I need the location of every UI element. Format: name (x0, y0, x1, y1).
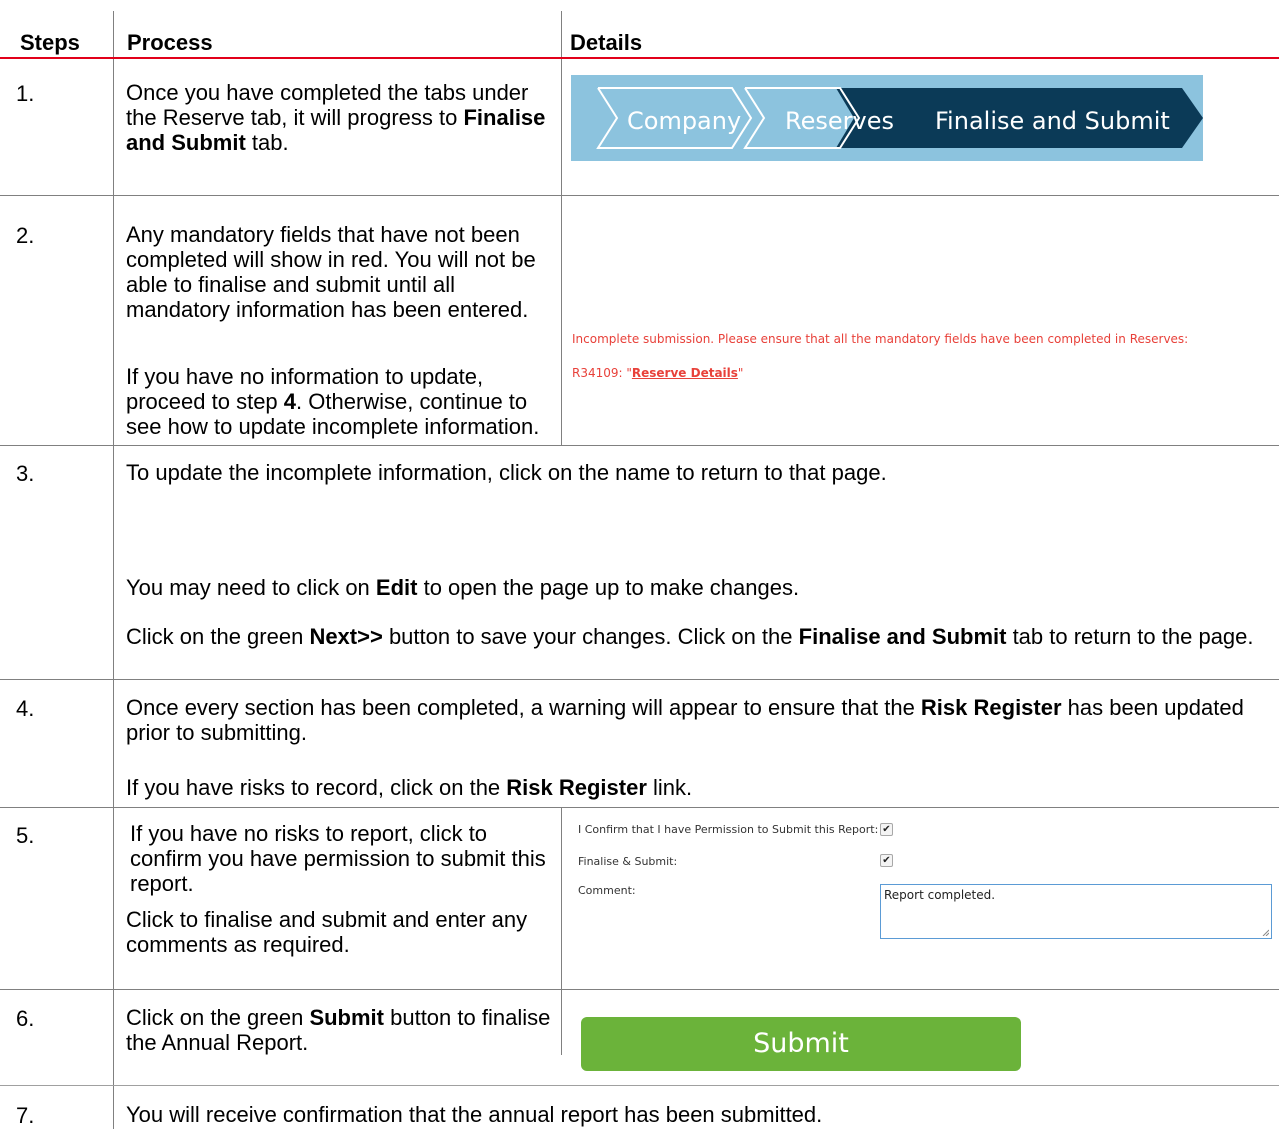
row-divider-4 (0, 807, 1279, 808)
error-code: R34109: " (572, 366, 632, 380)
error-field-reference: R34109: "Reserve Details" (572, 366, 743, 380)
comment-text: Report completed. (884, 888, 996, 902)
error-message: Incomplete submission. Please ensure tha… (572, 332, 1189, 346)
finalise-submit-checkbox[interactable]: ✔ (880, 854, 893, 867)
step-number: 5. (16, 823, 35, 848)
breadcrumb: Company Reserves Finalise and Submit (571, 75, 1203, 161)
resize-handle-icon[interactable] (1262, 929, 1269, 936)
header-steps: Steps (20, 30, 80, 55)
row-divider-5 (0, 989, 1279, 990)
step-1-process: Once you have completed the tabs under t… (126, 80, 546, 155)
step-5-para1: If you have no risks to report, click to… (130, 821, 546, 896)
confirm-permission-checkbox[interactable]: ✔ (880, 823, 893, 836)
breadcrumb-company[interactable]: Company (627, 107, 741, 135)
finalise-submit-label: Finalise & Submit: (578, 855, 678, 868)
step-number: 7. (16, 1103, 35, 1128)
step-2-para2: If you have no information to update, pr… (126, 364, 540, 439)
step-5-para2: Click to finalise and submit and enter a… (126, 907, 528, 957)
step-7-text: You will receive confirmation that the a… (126, 1102, 823, 1127)
comment-textarea[interactable]: Report completed. (880, 884, 1272, 939)
step-number: 6. (16, 1006, 35, 1031)
column-divider-left-top (113, 11, 114, 445)
step-3-line2: You may need to click on Edit to open th… (126, 575, 800, 600)
reserve-details-link[interactable]: Reserve Details (632, 366, 738, 380)
column-divider-mid-2 (561, 807, 562, 1055)
step-number: 1. (16, 81, 35, 106)
header-details: Details (570, 30, 643, 55)
submit-button[interactable]: Submit (581, 1017, 1021, 1071)
column-divider-mid-1 (561, 11, 562, 445)
error-quote: " (737, 366, 744, 380)
header-rule (0, 57, 1279, 59)
breadcrumb-reserves[interactable]: Reserves (785, 107, 894, 135)
step-number: 3. (16, 461, 35, 486)
step-number: 4. (16, 696, 35, 721)
confirm-permission-label: I Confirm that I have Permission to Subm… (578, 823, 879, 836)
step-4-line2: If you have risks to record, click on th… (126, 775, 693, 800)
row-divider-3 (0, 679, 1279, 680)
step-3-line1: To update the incomplete information, cl… (126, 460, 887, 485)
comment-label: Comment: (578, 884, 636, 897)
step-3-line3: Click on the green Next>> button to save… (126, 624, 1254, 649)
column-divider-left-bottom (113, 445, 114, 1129)
row-divider-2 (0, 445, 1279, 446)
step-number: 2. (16, 223, 35, 248)
row-divider-1 (0, 195, 1279, 196)
row-divider-6 (0, 1085, 1279, 1086)
step-4-line1: Once every section has been completed, a… (126, 695, 1244, 745)
header-process: Process (127, 30, 213, 55)
breadcrumb-finalise-submit[interactable]: Finalise and Submit (935, 107, 1170, 135)
step-6-process: Click on the green Submit button to fina… (126, 1005, 551, 1055)
step-2-para1: Any mandatory fields that have not been … (126, 222, 536, 322)
